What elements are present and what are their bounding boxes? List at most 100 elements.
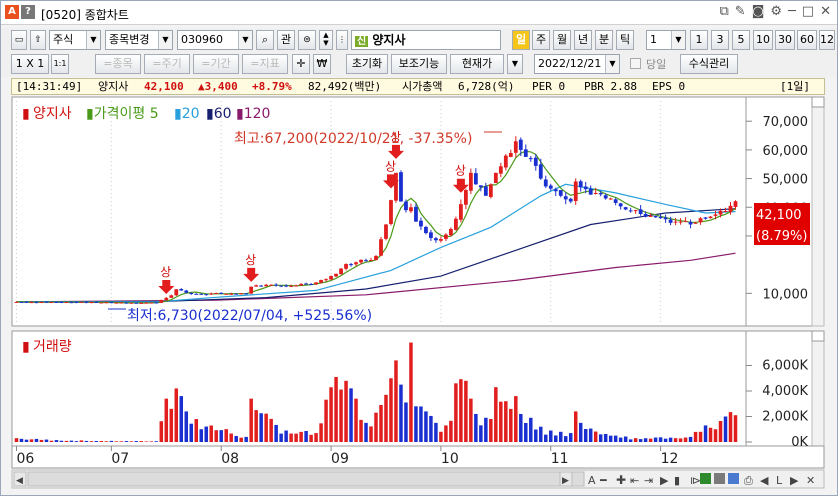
candle-body xyxy=(384,224,388,239)
candle-body xyxy=(294,285,299,287)
price-axis-label: 50,000 xyxy=(763,173,809,188)
volume-bar xyxy=(628,439,633,442)
candle-body xyxy=(723,210,728,212)
legend-ma60: ▮60 xyxy=(206,106,232,122)
x-axis-label: 10 xyxy=(441,451,459,467)
volume-axis-label: 0K xyxy=(791,435,808,450)
candle-body xyxy=(448,229,453,236)
scroll-end-right-icon[interactable]: ⇥ xyxy=(644,474,653,487)
volume-bar xyxy=(623,436,628,442)
volume-bar xyxy=(209,425,213,442)
volume-bar xyxy=(598,434,603,442)
candle-body xyxy=(618,203,623,207)
volume-bar xyxy=(104,441,109,442)
nav-right-icon[interactable]: ▶ xyxy=(790,474,799,487)
scroll-end-left-icon[interactable]: ⇤ xyxy=(630,474,639,487)
candle-body xyxy=(279,285,284,287)
candle-body xyxy=(434,238,438,241)
price-chart[interactable]: 상상상상상 70,00060,00050,00040,00030,00010,0… xyxy=(0,0,838,496)
candle-body xyxy=(379,239,383,256)
candle-body xyxy=(404,201,408,211)
play-icon[interactable]: ▶ xyxy=(660,474,669,487)
volume-bar xyxy=(608,435,613,442)
scroll-right-icon: ▶ xyxy=(562,476,569,486)
volume-bar xyxy=(339,389,343,442)
volume-bar xyxy=(718,420,723,442)
close-chart-icon[interactable]: ✕ xyxy=(806,474,815,487)
candle-body xyxy=(658,217,663,219)
volume-bar xyxy=(289,433,293,442)
candle-body xyxy=(164,297,169,301)
volume-bar xyxy=(134,441,139,442)
candle-body xyxy=(503,155,508,168)
candle-body xyxy=(139,302,144,304)
nav-left-icon[interactable]: ◀ xyxy=(760,474,769,487)
candle-body xyxy=(129,302,134,304)
volume-bar xyxy=(269,418,273,442)
candle-body xyxy=(24,301,29,303)
candle-body xyxy=(169,295,174,298)
candle-body xyxy=(478,185,483,188)
candle-body xyxy=(234,293,239,295)
print-icon[interactable]: ⎙ xyxy=(744,474,753,487)
candle-body xyxy=(439,239,443,241)
candle-body xyxy=(628,210,633,212)
volume-bar xyxy=(464,380,468,442)
candle-body xyxy=(389,200,393,224)
volume-bar xyxy=(79,440,84,442)
excel-icon[interactable] xyxy=(700,473,711,484)
volume-axis-label: 4,000K xyxy=(762,384,808,399)
volume-bar xyxy=(414,406,418,442)
record-icon[interactable]: ▮ xyxy=(674,474,680,487)
save-icon[interactable] xyxy=(714,473,725,484)
volume-bar xyxy=(424,411,428,442)
legend-ma5: ▮가격이평 5 xyxy=(86,106,159,122)
candle-body xyxy=(299,283,304,286)
scroll-track[interactable] xyxy=(27,471,585,487)
volume-legend-marker: ▮ xyxy=(22,339,30,355)
candle-body xyxy=(109,302,114,304)
candle-body xyxy=(733,201,738,207)
candle-body xyxy=(269,284,274,286)
volume-bar xyxy=(723,416,728,442)
price-panel-expand-button[interactable] xyxy=(811,96,825,108)
candle-body xyxy=(219,292,224,294)
volume-bar xyxy=(234,436,238,442)
price-axis-label: 70,000 xyxy=(763,115,809,130)
volume-bar xyxy=(683,437,688,442)
volume-bar xyxy=(688,436,693,442)
volume-bar xyxy=(204,426,208,442)
volume-bar xyxy=(519,413,523,442)
candle-body xyxy=(114,302,119,304)
candle-body xyxy=(718,210,723,215)
volume-bar xyxy=(494,387,498,442)
legend-ma120: ▮120 xyxy=(236,106,270,122)
image-icon[interactable] xyxy=(728,473,739,484)
volume-bar xyxy=(539,426,543,442)
volume-bar xyxy=(14,438,19,442)
candle-body xyxy=(648,215,653,217)
candle-body xyxy=(344,264,348,269)
scale-l-icon[interactable]: L xyxy=(776,474,783,487)
volume-bar xyxy=(389,378,393,442)
volume-bar xyxy=(244,436,248,442)
candle-body xyxy=(663,217,668,220)
candle-body xyxy=(593,192,598,194)
x-axis-label: 07 xyxy=(111,451,129,467)
low-annotation: 최저:6,730(2022/07/04, +525.56%) xyxy=(127,308,372,324)
volume-panel-expand-button[interactable] xyxy=(811,330,825,342)
candle-body xyxy=(608,198,613,200)
candle-body xyxy=(179,288,184,291)
candle-body xyxy=(99,302,104,304)
volume-bar xyxy=(733,415,738,442)
zoom-out-icon[interactable]: ━ xyxy=(599,474,607,487)
candle-body xyxy=(643,213,648,217)
step-icon[interactable]: ⧐ xyxy=(690,474,701,487)
font-size-icon[interactable]: A xyxy=(588,474,596,487)
volume-bar xyxy=(324,399,328,442)
volume-bar xyxy=(374,412,378,442)
candle-body xyxy=(154,302,159,304)
volume-bar xyxy=(159,421,164,442)
zoom-in-icon[interactable]: ✚ xyxy=(616,473,626,487)
volume-panel-sidebar xyxy=(811,330,825,447)
